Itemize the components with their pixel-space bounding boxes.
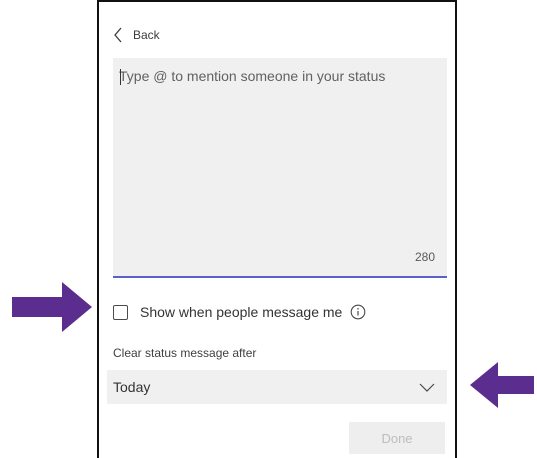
- text-caret: [120, 69, 121, 85]
- screen: Back 280 Show when people message me Cle…: [0, 0, 537, 458]
- show-when-messaged-label: Show when people message me: [140, 304, 343, 320]
- clear-after-label: Clear status message after: [113, 346, 257, 360]
- annotation-arrow-right: [12, 282, 92, 332]
- clear-after-dropdown[interactable]: Today: [107, 370, 447, 404]
- back-button[interactable]: Back: [113, 26, 160, 44]
- character-counter: 280: [414, 250, 435, 264]
- annotation-arrow-left: [470, 362, 534, 408]
- set-status-panel: Back 280 Show when people message me Cle…: [97, 0, 457, 458]
- chevron-left-icon: [114, 27, 122, 43]
- show-when-messaged-row: Show when people message me: [113, 302, 366, 322]
- status-message-input[interactable]: [119, 68, 437, 238]
- status-message-box: 280: [113, 58, 447, 278]
- show-when-messaged-checkbox[interactable]: [113, 304, 128, 320]
- clear-after-selected: Today: [113, 379, 151, 395]
- back-label: Back: [133, 28, 160, 42]
- chevron-down-icon: [419, 383, 435, 392]
- info-icon[interactable]: [350, 304, 366, 320]
- done-button[interactable]: Done: [349, 422, 445, 454]
